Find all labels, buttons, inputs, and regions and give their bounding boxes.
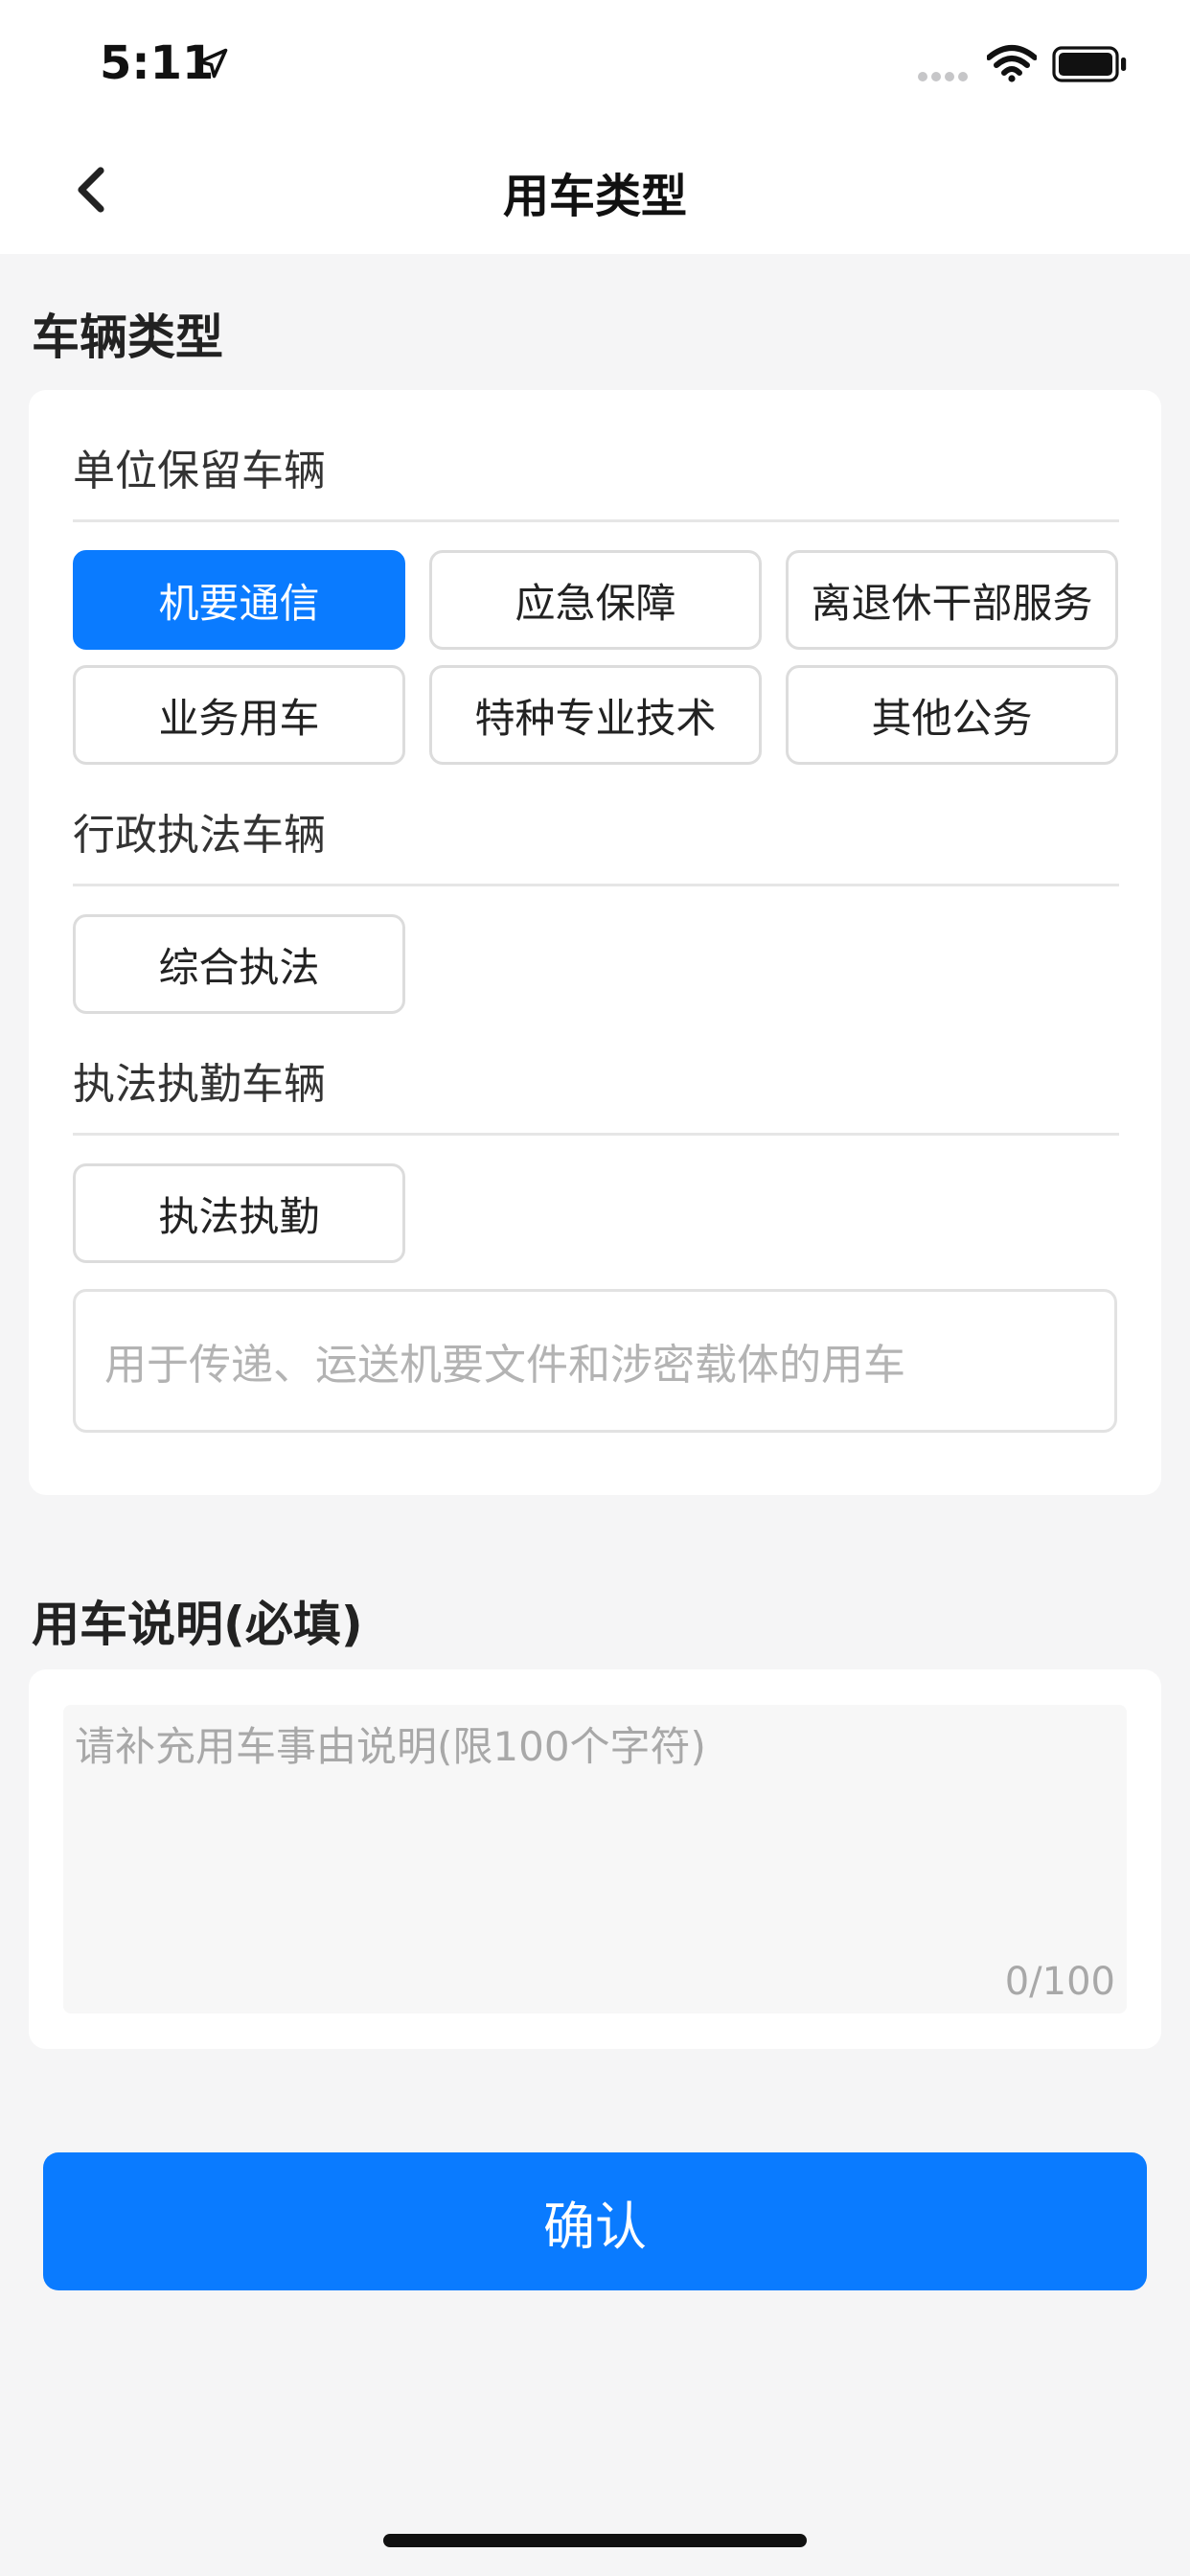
option-business-vehicle[interactable]: 业务用车	[73, 665, 405, 765]
vehicle-type-card: 单位保留车辆 机要通信 应急保障 离退休干部服务 业务用车 特种专业技术 其他公…	[29, 390, 1161, 1495]
location-arrow-icon	[197, 48, 228, 79]
vehicle-type-section-title: 车辆类型	[32, 310, 223, 365]
status-bar: 5:11	[0, 0, 1190, 129]
remark-card: 请补充用车事由说明(限100个字符) 0/100	[29, 1669, 1161, 2049]
selected-type-description: 用于传递、运送机要文件和涉密载体的用车	[73, 1289, 1117, 1433]
page-title: 用车类型	[502, 170, 687, 223]
option-other-official[interactable]: 其他公务	[786, 665, 1118, 765]
divider	[73, 1133, 1119, 1136]
remark-placeholder: 请补充用车事由说明(限100个字符)	[75, 1723, 706, 1770]
option-emergency-support[interactable]: 应急保障	[429, 550, 762, 650]
divider	[73, 884, 1119, 886]
battery-icon	[1052, 46, 1127, 82]
remark-section-title: 用车说明(必填)	[32, 1597, 363, 1652]
wifi-icon	[987, 45, 1037, 82]
option-comprehensive-enforcement[interactable]: 综合执法	[73, 914, 405, 1014]
cellular-signal-icon	[918, 67, 972, 85]
remark-textarea[interactable]: 请补充用车事由说明(限100个字符) 0/100	[63, 1705, 1127, 2013]
navigation-bar: 用车类型	[0, 129, 1190, 254]
group-label-law-enforcement-duty: 执法执勤车辆	[73, 1060, 326, 1109]
option-retired-cadre-service[interactable]: 离退休干部服务	[786, 550, 1118, 650]
option-special-technical[interactable]: 特种专业技术	[429, 665, 762, 765]
home-indicator	[383, 2534, 807, 2547]
confirm-button[interactable]: 确认	[43, 2152, 1147, 2290]
divider	[73, 519, 1119, 522]
group-label-unit-reserved: 单位保留车辆	[73, 447, 326, 495]
option-law-enforcement-duty[interactable]: 执法执勤	[73, 1163, 405, 1263]
group-label-administrative-enforcement: 行政执法车辆	[73, 811, 326, 860]
character-counter: 0/100	[1004, 1960, 1115, 2004]
option-confidential-communication[interactable]: 机要通信	[73, 550, 405, 650]
